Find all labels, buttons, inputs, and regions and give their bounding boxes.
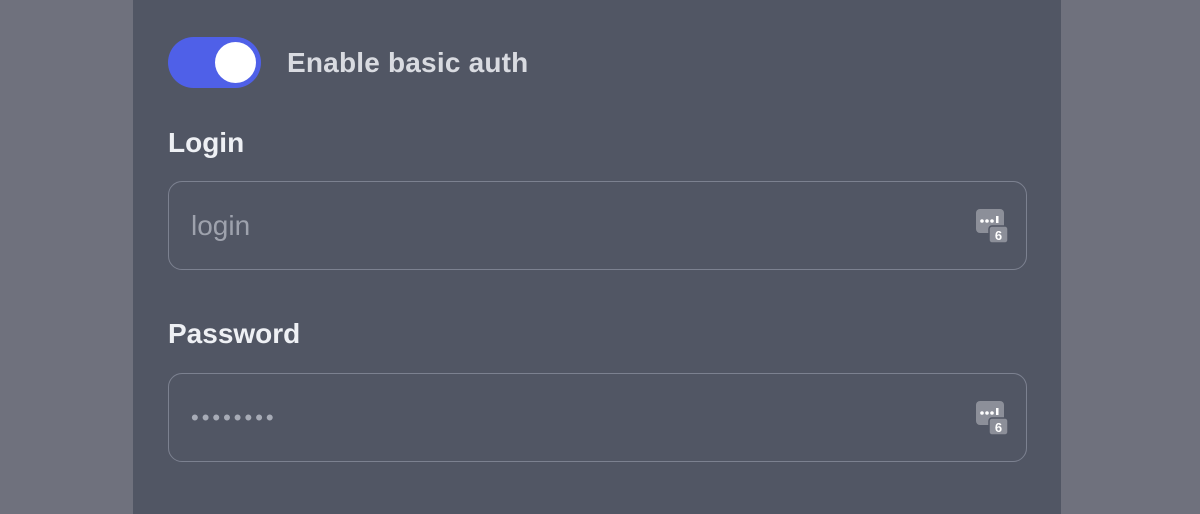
- password-icon-badge: 6: [995, 420, 1002, 435]
- password-manager-icon[interactable]: 6: [975, 208, 1009, 244]
- password-label: Password: [168, 318, 301, 349]
- password-manager-icon[interactable]: 6: [975, 400, 1009, 436]
- login-input[interactable]: [169, 182, 959, 269]
- password-input[interactable]: [169, 374, 959, 461]
- basic-auth-toggle-row: Enable basic auth: [168, 37, 528, 88]
- login-field: 6: [168, 181, 1027, 270]
- auth-settings-panel: Enable basic auth Login 6 Password 6: [133, 0, 1061, 514]
- basic-auth-toggle[interactable]: [168, 37, 261, 88]
- basic-auth-toggle-label: Enable basic auth: [287, 46, 529, 78]
- password-field: 6: [168, 373, 1027, 462]
- toggle-knob: [215, 42, 256, 83]
- login-label: Login: [168, 127, 245, 158]
- login-icon-badge: 6: [995, 228, 1002, 243]
